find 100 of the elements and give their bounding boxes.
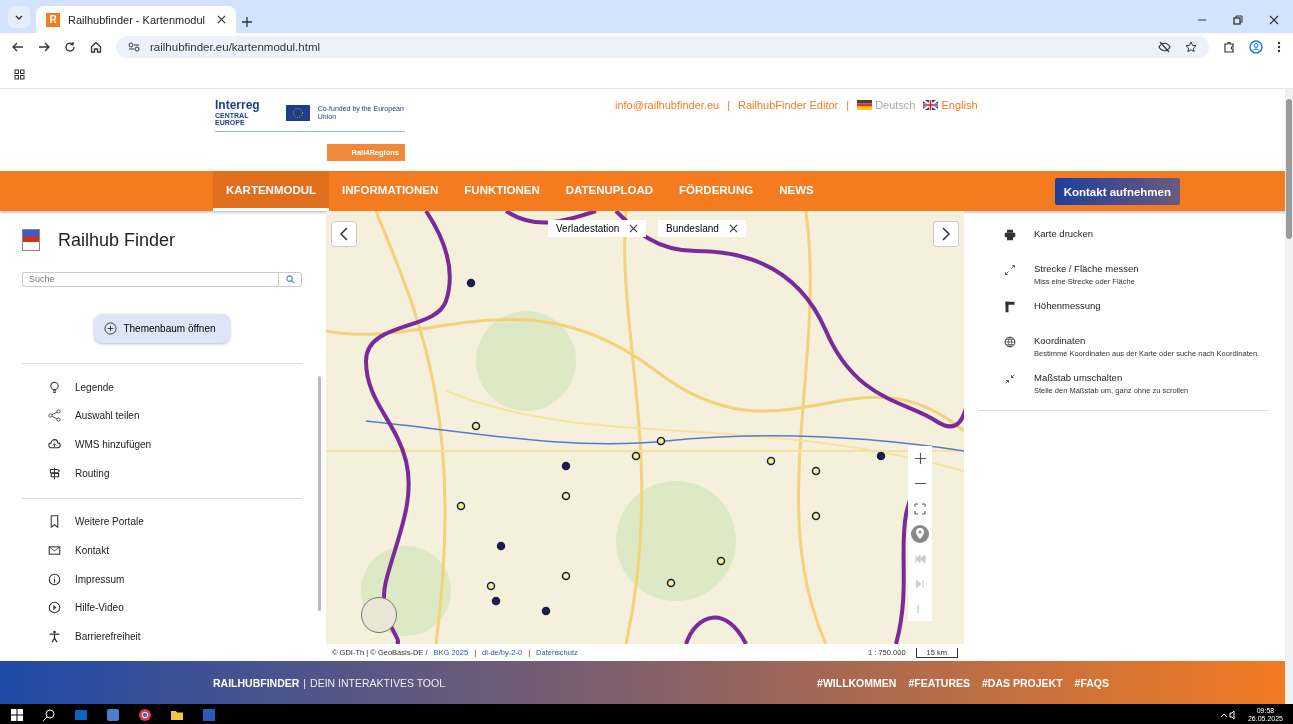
app-icon[interactable] [106,707,120,722]
previous-button[interactable] [331,221,357,247]
restore-icon[interactable] [1233,15,1243,25]
flag-icon [857,100,873,110]
sidebar-item[interactable]: WMS hinzufügen [22,430,302,459]
station-marker[interactable] [491,596,501,606]
app-title: Railhub Finder [58,229,176,251]
tab-list-button[interactable] [8,6,30,28]
close-icon[interactable] [728,224,738,233]
station-marker[interactable] [561,491,571,501]
extensions-icon[interactable] [1223,40,1235,53]
close-icon[interactable] [629,224,639,233]
star-icon[interactable] [1185,40,1197,53]
play-icon [48,601,61,615]
plus-circle-icon [104,321,118,335]
filter-chip[interactable]: Verladestation [548,220,647,237]
document-app-icon[interactable] [202,707,216,722]
footer-link[interactable]: #FEATURES [908,676,971,689]
station-marker[interactable] [496,541,506,551]
site-settings-icon[interactable] [128,41,140,52]
tool-item[interactable]: Karte drucken [978,227,1279,262]
browser-tab[interactable]: R Railhubfinder - Kartenmodul [36,6,236,33]
eye-off-icon[interactable] [1158,40,1171,53]
sidebar-item[interactable]: Legende [22,372,302,402]
reload-icon[interactable] [64,40,76,53]
share-icon [48,409,61,423]
station-marker[interactable] [541,606,551,616]
station-marker[interactable] [716,556,726,566]
separator: | [727,99,730,111]
back-icon[interactable] [12,40,24,53]
info-icon [48,572,61,586]
sidebar-item[interactable]: Auswahl teilen [22,401,302,431]
station-marker[interactable] [811,511,821,521]
windows-start-icon[interactable] [10,707,24,722]
sidebar-item[interactable]: Routing [22,458,302,488]
station-marker[interactable] [486,581,496,591]
close-icon[interactable] [217,15,226,24]
sidebar-item[interactable]: Barrierefreiheit [22,622,302,651]
station-marker[interactable] [666,578,676,588]
footer-tagline: DEIN INTERAKTIVES TOOL [310,676,446,689]
footer-brand: RAILHUBFINDER [213,676,300,689]
station-marker[interactable] [456,501,466,511]
station-marker[interactable] [466,278,476,288]
scrollbar[interactable] [1285,89,1293,704]
footer-link[interactable]: #WILLKOMMEN [817,676,897,689]
tool-item[interactable]: Höhenmessung [978,299,1279,334]
station-marker[interactable] [561,571,571,581]
station-marker[interactable] [471,421,481,431]
sidebar-item[interactable]: Kontakt [22,536,302,565]
expand-arrows-icon [1004,264,1016,276]
ruler-icon [1004,301,1016,313]
search-field[interactable]: Suche [22,271,278,287]
chevron-down-icon [15,14,23,20]
station-marker[interactable] [656,436,666,446]
plus-icon [914,453,926,464]
favicon: R [46,12,60,27]
station-marker[interactable] [766,456,776,466]
search-icon [285,274,295,284]
skip-back-icon [914,554,926,563]
station-marker[interactable] [561,461,571,471]
apps-icon[interactable] [14,68,25,80]
forward-icon[interactable] [38,40,50,53]
new-tab-icon[interactable] [242,17,252,27]
bookmark-icon [48,515,61,529]
mail-icon [48,544,61,558]
station-marker[interactable] [876,451,886,461]
profile-icon[interactable] [1249,39,1263,54]
home-icon[interactable] [90,40,102,53]
signpost-icon [48,466,61,480]
expand-icon [914,502,926,515]
sidebar-item[interactable]: Impressum [22,564,302,594]
menu-icon[interactable] [1277,40,1281,53]
print-icon [1004,229,1016,241]
separator: | [846,99,850,111]
scrollbar[interactable] [318,376,321,611]
theme-tree-button[interactable]: Themenbaum öffnen [94,313,230,343]
flag-icon [923,100,939,110]
station-marker[interactable] [811,466,821,476]
globe-icon [1004,336,1016,348]
search-icon[interactable] [42,707,56,722]
separator: | [303,676,307,689]
station-marker[interactable] [631,451,641,461]
mail-app-icon[interactable] [74,707,88,722]
contact-button[interactable]: Kontakt aufnehmen [1054,178,1180,205]
coat-of-arms-icon [22,229,40,252]
next-button[interactable] [933,221,959,247]
collapse-arrows-icon [1004,373,1016,385]
search-button[interactable] [278,271,302,287]
browser-app-icon[interactable] [138,707,152,722]
address-bar[interactable]: railhubfinder.eu/kartenmodul.html [116,35,1209,58]
location-pin-icon [911,524,929,543]
sidebar-item[interactable]: Weitere Portale [22,507,302,537]
person-icon [48,630,61,644]
lightbulb-icon [48,380,61,394]
footer-link[interactable]: #DAS PROJEKT [982,676,1063,689]
filter-chip[interactable]: Bundesland [658,220,746,237]
close-icon[interactable] [1269,15,1279,25]
chevron-left-icon [339,227,349,241]
sidebar-item[interactable]: Hilfe-Video [22,593,302,623]
chevron-right-icon [941,227,951,241]
